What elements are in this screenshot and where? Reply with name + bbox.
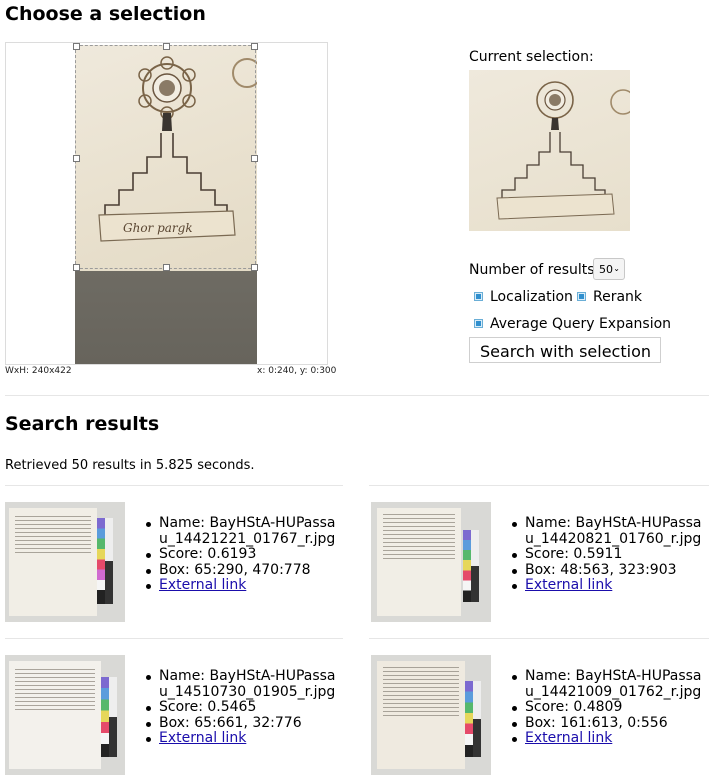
result-details: Name: BayHStA-HUPassau_14421009_01762_r.…	[512, 668, 702, 747]
result-details: Name: BayHStA-HUPassau_14421221_01767_r.…	[146, 515, 336, 594]
result-score: Score: 0.4809	[512, 699, 702, 716]
current-selection-label: Current selection:	[469, 49, 594, 65]
crop-handle[interactable]	[251, 264, 258, 271]
result-box: Box: 161:613, 0:556	[512, 715, 702, 732]
search-with-selection-button[interactable]: Search with selection	[469, 337, 661, 363]
crop-handle[interactable]	[73, 264, 80, 271]
image-cropper[interactable]: Ghor pargk	[5, 42, 328, 365]
result-box: Box: 65:661, 32:776	[146, 715, 336, 732]
result-details: Name: BayHStA-HUPassau_14420821_01760_r.…	[512, 515, 702, 594]
result-name: Name: BayHStA-HUPassau_14510730_01905_r.…	[146, 668, 336, 700]
localization-label: Localization	[490, 289, 573, 305]
result-score: Score: 0.6193	[146, 546, 336, 563]
rerank-checkbox[interactable]	[577, 292, 586, 301]
divider	[369, 485, 709, 486]
result-thumbnail[interactable]	[5, 502, 125, 622]
divider	[369, 638, 709, 639]
external-link[interactable]: External link	[525, 577, 612, 593]
result-box: Box: 65:290, 470:778	[146, 562, 336, 579]
result-thumbnail[interactable]	[5, 655, 125, 775]
num-results-label: Number of results:	[469, 262, 600, 278]
crop-box[interactable]	[73, 43, 258, 271]
localization-checkbox[interactable]	[474, 292, 483, 301]
external-link[interactable]: External link	[159, 730, 246, 746]
result-name: Name: BayHStA-HUPassau_14421009_01762_r.…	[512, 668, 702, 700]
divider	[5, 638, 343, 639]
result-details: Name: BayHStA-HUPassau_14510730_01905_r.…	[146, 668, 336, 747]
result-score: Score: 0.5911	[512, 546, 702, 563]
results-title: Search results	[5, 413, 160, 435]
page-title: Choose a selection	[5, 3, 206, 25]
coords-readout: x: 0:240, y: 0:300	[257, 366, 337, 376]
crop-handle[interactable]	[163, 43, 170, 50]
crop-handle[interactable]	[251, 155, 258, 162]
result-thumbnail[interactable]	[371, 655, 491, 775]
chevron-down-icon: ⌄	[613, 264, 620, 273]
size-readout: WxH: 240x422	[5, 366, 72, 376]
crop-handle[interactable]	[73, 43, 80, 50]
selection-thumbnail	[469, 70, 630, 231]
result-name: Name: BayHStA-HUPassau_14420821_01760_r.…	[512, 515, 702, 547]
rerank-label: Rerank	[593, 289, 643, 305]
aqe-label: Average Query Expansion	[490, 316, 672, 332]
crop-handle[interactable]	[163, 264, 170, 271]
crop-handle[interactable]	[73, 155, 80, 162]
aqe-checkbox[interactable]	[474, 319, 483, 328]
num-results-select[interactable]: 50 ⌄	[593, 258, 625, 280]
external-link[interactable]: External link	[159, 577, 246, 593]
external-link[interactable]: External link	[525, 730, 612, 746]
result-thumbnail[interactable]	[371, 502, 491, 622]
num-results-value: 50	[599, 263, 613, 276]
crop-handle[interactable]	[251, 43, 258, 50]
divider	[5, 485, 343, 486]
result-name: Name: BayHStA-HUPassau_14421221_01767_r.…	[146, 515, 336, 547]
result-box: Box: 48:563, 323:903	[512, 562, 702, 579]
results-summary: Retrieved 50 results in 5.825 seconds.	[5, 458, 255, 473]
divider	[5, 395, 709, 396]
result-score: Score: 0.5465	[146, 699, 336, 716]
